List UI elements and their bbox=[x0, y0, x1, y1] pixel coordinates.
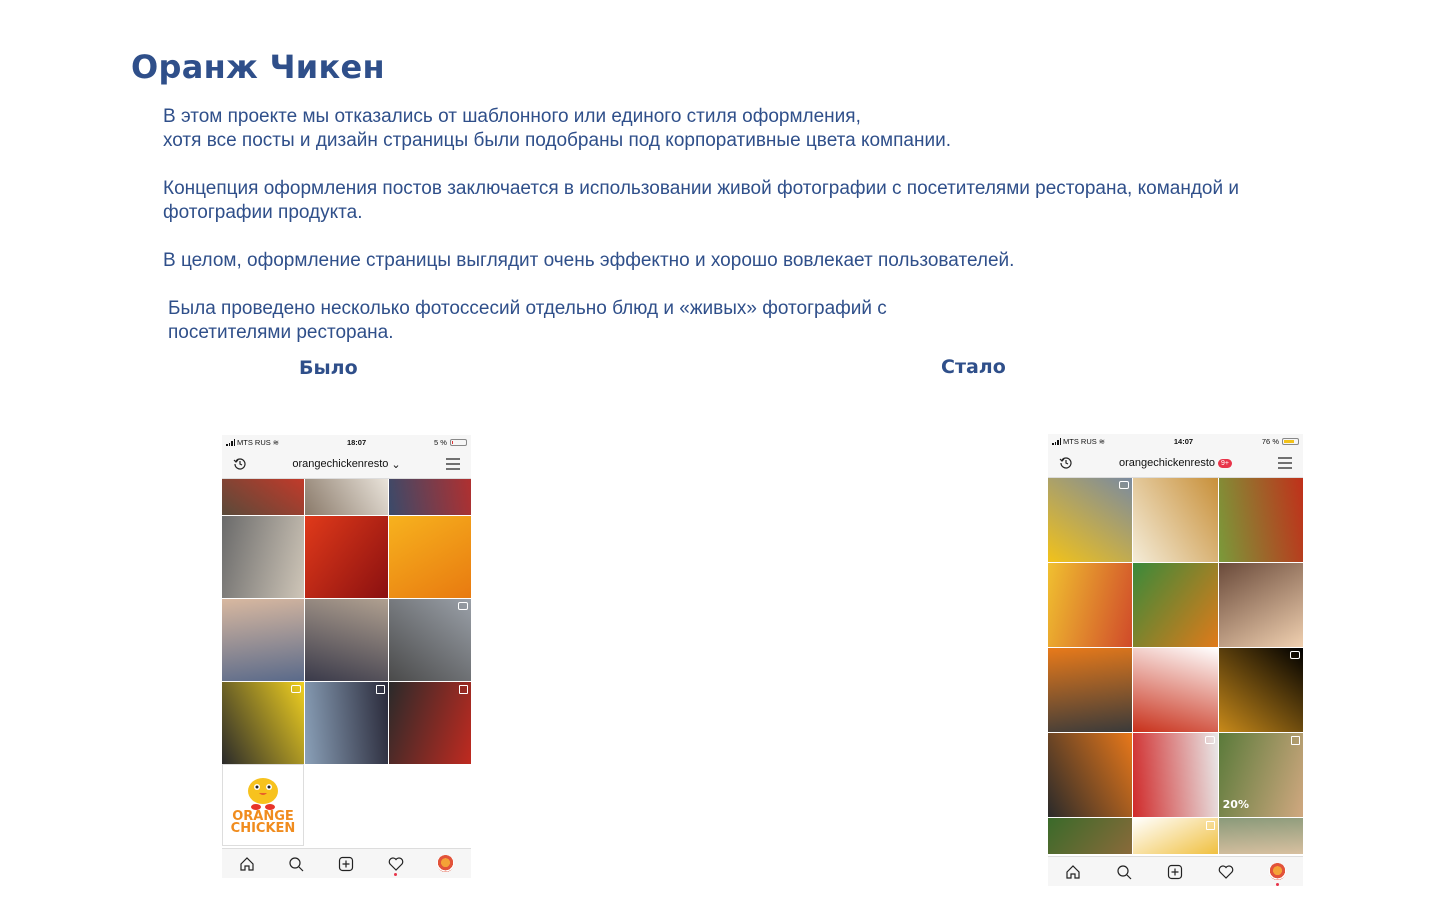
intro-line-2: хотя все посты и дизайн страницы были по… bbox=[163, 130, 951, 151]
photo-tile[interactable] bbox=[1048, 648, 1133, 732]
photo-grid bbox=[222, 479, 471, 764]
carousel-icon bbox=[375, 685, 385, 694]
carrier-label: MTS RUS bbox=[1063, 437, 1097, 446]
photo-tile[interactable] bbox=[222, 682, 305, 764]
photo-tile[interactable] bbox=[1218, 648, 1303, 732]
history-icon[interactable] bbox=[1058, 455, 1074, 471]
battery-icon bbox=[1282, 438, 1299, 445]
video-icon bbox=[1289, 651, 1300, 659]
photo-grid: 20% bbox=[1048, 478, 1303, 854]
carousel-icon bbox=[1205, 821, 1215, 830]
battery-percent: 76 % bbox=[1261, 437, 1279, 446]
photo-tile[interactable] bbox=[305, 682, 388, 764]
wifi-icon: ≋ bbox=[272, 438, 280, 447]
photo-tile[interactable] bbox=[305, 516, 388, 598]
photo-tile[interactable] bbox=[1218, 478, 1303, 562]
video-icon bbox=[457, 602, 468, 610]
username-switcher[interactable]: orangechickenresto 9+ bbox=[1119, 457, 1232, 469]
photo-tile[interactable]: 20% bbox=[1218, 733, 1303, 817]
after-phone-screenshot: MTS RUS ≋ 14:07 76 % orangechickenresto … bbox=[1048, 434, 1303, 886]
after-label: Стало bbox=[941, 356, 1006, 378]
notification-badge: 9+ bbox=[1218, 458, 1232, 468]
intro-paragraph: В этом проекте мы отказались от шаблонно… bbox=[163, 105, 1043, 153]
photo-tile[interactable] bbox=[222, 599, 305, 681]
carousel-icon bbox=[458, 685, 468, 694]
photo-tile[interactable] bbox=[1133, 478, 1218, 562]
username: orangechickenresto bbox=[1119, 457, 1216, 469]
notification-dot bbox=[394, 872, 398, 876]
photo-tile[interactable] bbox=[1133, 818, 1218, 854]
intro-line-1: В этом проекте мы отказались от шаблонно… bbox=[163, 106, 861, 127]
photo-tile[interactable] bbox=[388, 479, 471, 515]
profile-avatar-icon[interactable] bbox=[1268, 863, 1286, 886]
heart-icon[interactable] bbox=[388, 856, 404, 876]
before-phone-screenshot: MTS RUS ≋ 18:07 5 % orangechickenresto ⌄… bbox=[222, 435, 471, 878]
photo-tile[interactable] bbox=[305, 599, 388, 681]
heart-icon[interactable] bbox=[1218, 864, 1234, 880]
photo-tile[interactable] bbox=[222, 479, 305, 515]
carrier-label: MTS RUS bbox=[237, 438, 271, 447]
add-post-icon[interactable] bbox=[1167, 864, 1183, 880]
signal-icon bbox=[1052, 438, 1061, 445]
video-icon bbox=[291, 685, 302, 693]
photo-tile[interactable] bbox=[1048, 478, 1133, 562]
home-icon[interactable] bbox=[239, 856, 255, 872]
battery-icon bbox=[449, 439, 467, 446]
profile-header: orangechickenresto 9+ bbox=[1048, 449, 1303, 478]
summary-paragraph: В целом, оформление страницы выглядит оч… bbox=[163, 250, 1015, 271]
photo-tile[interactable] bbox=[305, 479, 388, 515]
status-bar: MTS RUS ≋ 14:07 76 % bbox=[1048, 434, 1303, 449]
photo-tile[interactable] bbox=[1048, 818, 1133, 854]
photo-tile[interactable] bbox=[388, 682, 471, 764]
bottom-tab-bar bbox=[1048, 856, 1303, 886]
chevron-down-icon: ⌄ bbox=[391, 458, 401, 471]
photo-tile[interactable] bbox=[388, 599, 471, 681]
promo-label: 20% bbox=[1222, 798, 1249, 811]
clock: 14:07 bbox=[1173, 437, 1194, 446]
wifi-icon: ≋ bbox=[1098, 437, 1106, 446]
home-icon[interactable] bbox=[1065, 864, 1081, 880]
menu-icon[interactable] bbox=[1277, 455, 1293, 471]
battery-percent: 5 % bbox=[434, 438, 447, 447]
photoshoot-line-2: посетителями ресторана. bbox=[168, 322, 394, 343]
logo-post-tile[interactable]: ORANGE CHICKEN bbox=[222, 764, 304, 846]
notification-dot bbox=[1275, 883, 1279, 886]
video-icon bbox=[1119, 481, 1130, 489]
photo-tile[interactable] bbox=[1218, 818, 1303, 854]
video-icon bbox=[1204, 736, 1215, 744]
username-switcher[interactable]: orangechickenresto ⌄ bbox=[292, 458, 400, 471]
logo-line-2: CHICKEN bbox=[230, 821, 296, 836]
photo-tile[interactable] bbox=[1133, 733, 1218, 817]
photo-tile[interactable] bbox=[1048, 733, 1133, 817]
profile-avatar-icon[interactable] bbox=[437, 855, 455, 872]
status-bar: MTS RUS ≋ 18:07 5 % bbox=[222, 435, 471, 450]
profile-header: orangechickenresto ⌄ bbox=[222, 450, 471, 479]
search-icon[interactable] bbox=[1116, 864, 1132, 880]
page-title: Оранж Чикен bbox=[131, 48, 385, 86]
photo-tile[interactable] bbox=[222, 516, 305, 598]
photoshoot-line-1: Была проведено несколько фотоссесий отде… bbox=[168, 298, 887, 319]
chick-mascot-icon bbox=[248, 778, 278, 810]
username: orangechickenresto bbox=[292, 458, 389, 470]
photo-tile[interactable] bbox=[1133, 563, 1218, 647]
clock: 18:07 bbox=[346, 438, 367, 447]
menu-icon[interactable] bbox=[445, 456, 461, 472]
carousel-icon bbox=[1290, 736, 1300, 745]
search-icon[interactable] bbox=[288, 856, 304, 872]
photo-tile[interactable] bbox=[1218, 563, 1303, 647]
history-icon[interactable] bbox=[232, 456, 248, 472]
concept-paragraph: Концепция оформления постов заключается … bbox=[163, 178, 1239, 223]
photoshoot-paragraph: Была проведено несколько фотоссесий отде… bbox=[168, 297, 968, 345]
photo-tile[interactable] bbox=[1133, 648, 1218, 732]
signal-icon bbox=[226, 439, 235, 446]
before-label: Было bbox=[299, 357, 358, 379]
bottom-tab-bar bbox=[222, 848, 471, 878]
add-post-icon[interactable] bbox=[338, 856, 354, 872]
photo-tile[interactable] bbox=[1048, 563, 1133, 647]
photo-tile[interactable] bbox=[388, 516, 471, 598]
